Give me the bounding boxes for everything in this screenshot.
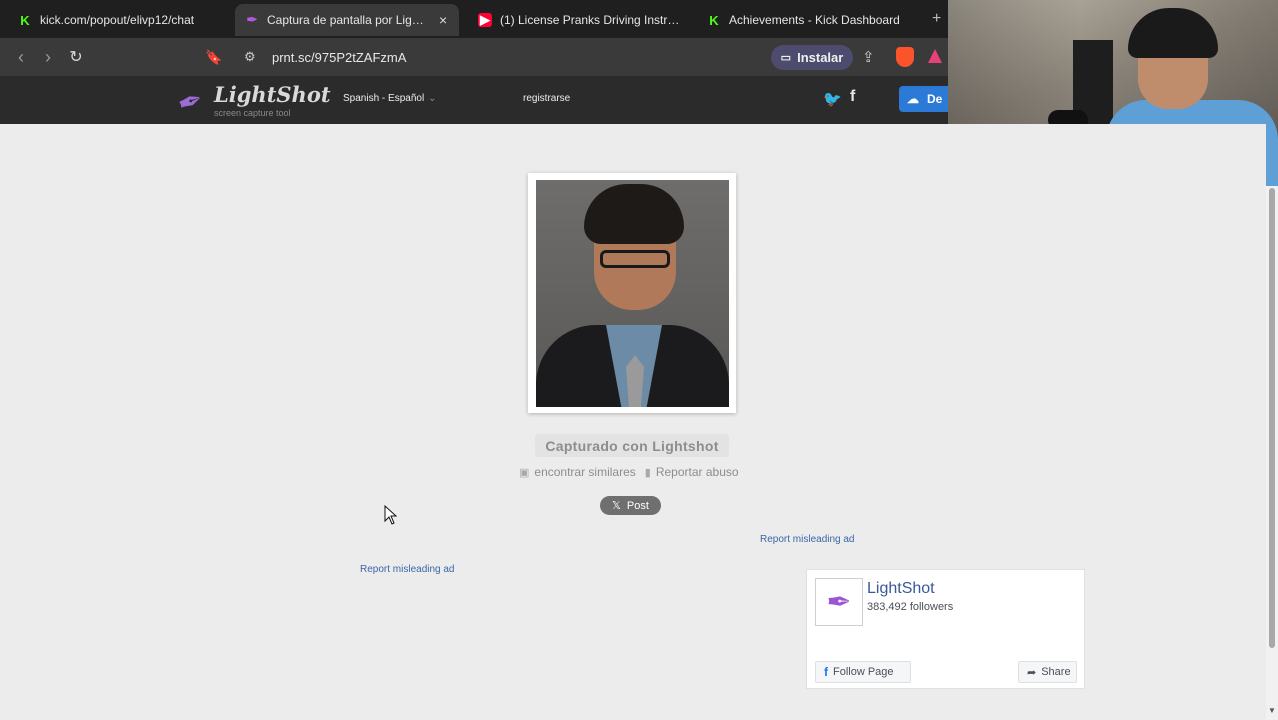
x-post-button[interactable]: 𝕏 Post (600, 496, 661, 515)
logo-subtitle: screen capture tool (214, 108, 291, 118)
tab-youtube[interactable]: ▶ (1) License Pranks Driving Instructor (468, 6, 692, 34)
address-bar[interactable]: ⚙ prnt.sc/975P2tZAFzmA (236, 42, 766, 72)
reload-icon[interactable]: ↻ (65, 46, 87, 68)
youtube-icon: ▶ (478, 12, 492, 27)
site-settings-icon[interactable]: ⚙ (244, 49, 260, 65)
report-abuse-link[interactable]: Reportar abuso (656, 465, 739, 479)
share-button[interactable]: ➦ Share (1018, 661, 1077, 683)
facebook-page-widget: ✒ LightShot 383,492 followers f Follow P… (806, 569, 1085, 689)
facebook-icon: f (824, 665, 828, 679)
screenshot-image-frame (528, 173, 736, 413)
tab-title: Captura de pantalla por Lightshot (267, 13, 429, 27)
tab-kick-dashboard[interactable]: K Achievements - Kick Dashboard (697, 6, 923, 34)
follow-page-button[interactable]: f Follow Page (815, 661, 911, 683)
photo-glasses (600, 250, 670, 268)
screenshot-image[interactable] (536, 180, 729, 407)
image-actions: ▣ encontrar similares ▮ Reportar abuso (519, 465, 739, 479)
tab-title: kick.com/popout/elivp12/chat (40, 13, 195, 27)
lightshot-logo[interactable]: ✒ LightShot screen capture tool (173, 82, 330, 122)
register-link[interactable]: registrarse (523, 93, 570, 104)
find-similar-link[interactable]: encontrar similares (534, 465, 635, 479)
scroll-down-icon[interactable]: ▼ (1266, 706, 1278, 718)
tab-title: Achievements - Kick Dashboard (729, 13, 900, 27)
share-arrow-icon: ➦ (1027, 666, 1037, 679)
fb-page-name[interactable]: LightShot (867, 580, 935, 598)
mouse-cursor-icon (384, 505, 398, 525)
tab-title: (1) License Pranks Driving Instructor (500, 13, 680, 27)
vertical-scrollbar[interactable] (1266, 186, 1278, 720)
brave-rewards-icon[interactable] (928, 49, 942, 63)
brave-shields-icon[interactable] (896, 47, 914, 67)
facebook-icon[interactable]: f (850, 88, 855, 106)
scrollbar-thumb[interactable] (1269, 188, 1275, 648)
feather-icon: ✒ (173, 82, 209, 123)
post-label: Post (626, 499, 649, 512)
url-text: prnt.sc/975P2tZAFzmA (272, 49, 407, 65)
install-label: Instalar (797, 50, 844, 65)
language-selector[interactable]: Spanish - Español ⌄ (343, 93, 437, 104)
lightshot-feather-icon: ✒ (246, 12, 258, 27)
kick-icon: K (709, 12, 719, 28)
install-button[interactable]: ▭ Instalar (771, 45, 853, 70)
logo-name: LightShot (214, 82, 331, 107)
trash-icon: ▮ (644, 466, 651, 479)
tab-kick-chat[interactable]: K kick.com/popout/elivp12/chat (8, 6, 226, 34)
report-misleading-ad-link[interactable]: Report misleading ad (360, 564, 455, 575)
caret-down-icon: ⌄ (428, 93, 437, 104)
monitor-icon: ▭ (780, 52, 792, 64)
share-label: Share (1041, 666, 1071, 678)
fb-followers-count: 383,492 followers (867, 601, 954, 613)
report-misleading-ad-link[interactable]: Report misleading ad (760, 534, 855, 545)
captured-with-lightshot-label: Capturado con Lightshot (535, 434, 729, 457)
follow-label: Follow Page (833, 666, 894, 678)
download-cloud-icon: ☁ (907, 92, 919, 106)
kick-icon: K (20, 12, 30, 28)
twitter-icon[interactable]: 🐦 (823, 90, 842, 108)
download-label: De (927, 92, 943, 106)
language-label: Spanish - Español (343, 93, 425, 104)
tab-lightshot[interactable]: ✒ Captura de pantalla por Lightshot × (235, 4, 459, 36)
lightshot-avatar[interactable]: ✒ (815, 578, 863, 626)
share-icon[interactable]: ⇪ (862, 48, 875, 66)
camera-icon: ▣ (519, 466, 530, 479)
new-tab-icon[interactable]: + (932, 10, 941, 28)
photo-hair (584, 184, 684, 244)
forward-icon[interactable]: › (37, 46, 59, 68)
bookmark-icon[interactable]: 🔖 (203, 46, 225, 68)
close-tab-icon[interactable]: × (439, 12, 447, 28)
back-icon[interactable]: ‹ (10, 46, 32, 68)
x-logo-icon: 𝕏 (612, 500, 621, 512)
